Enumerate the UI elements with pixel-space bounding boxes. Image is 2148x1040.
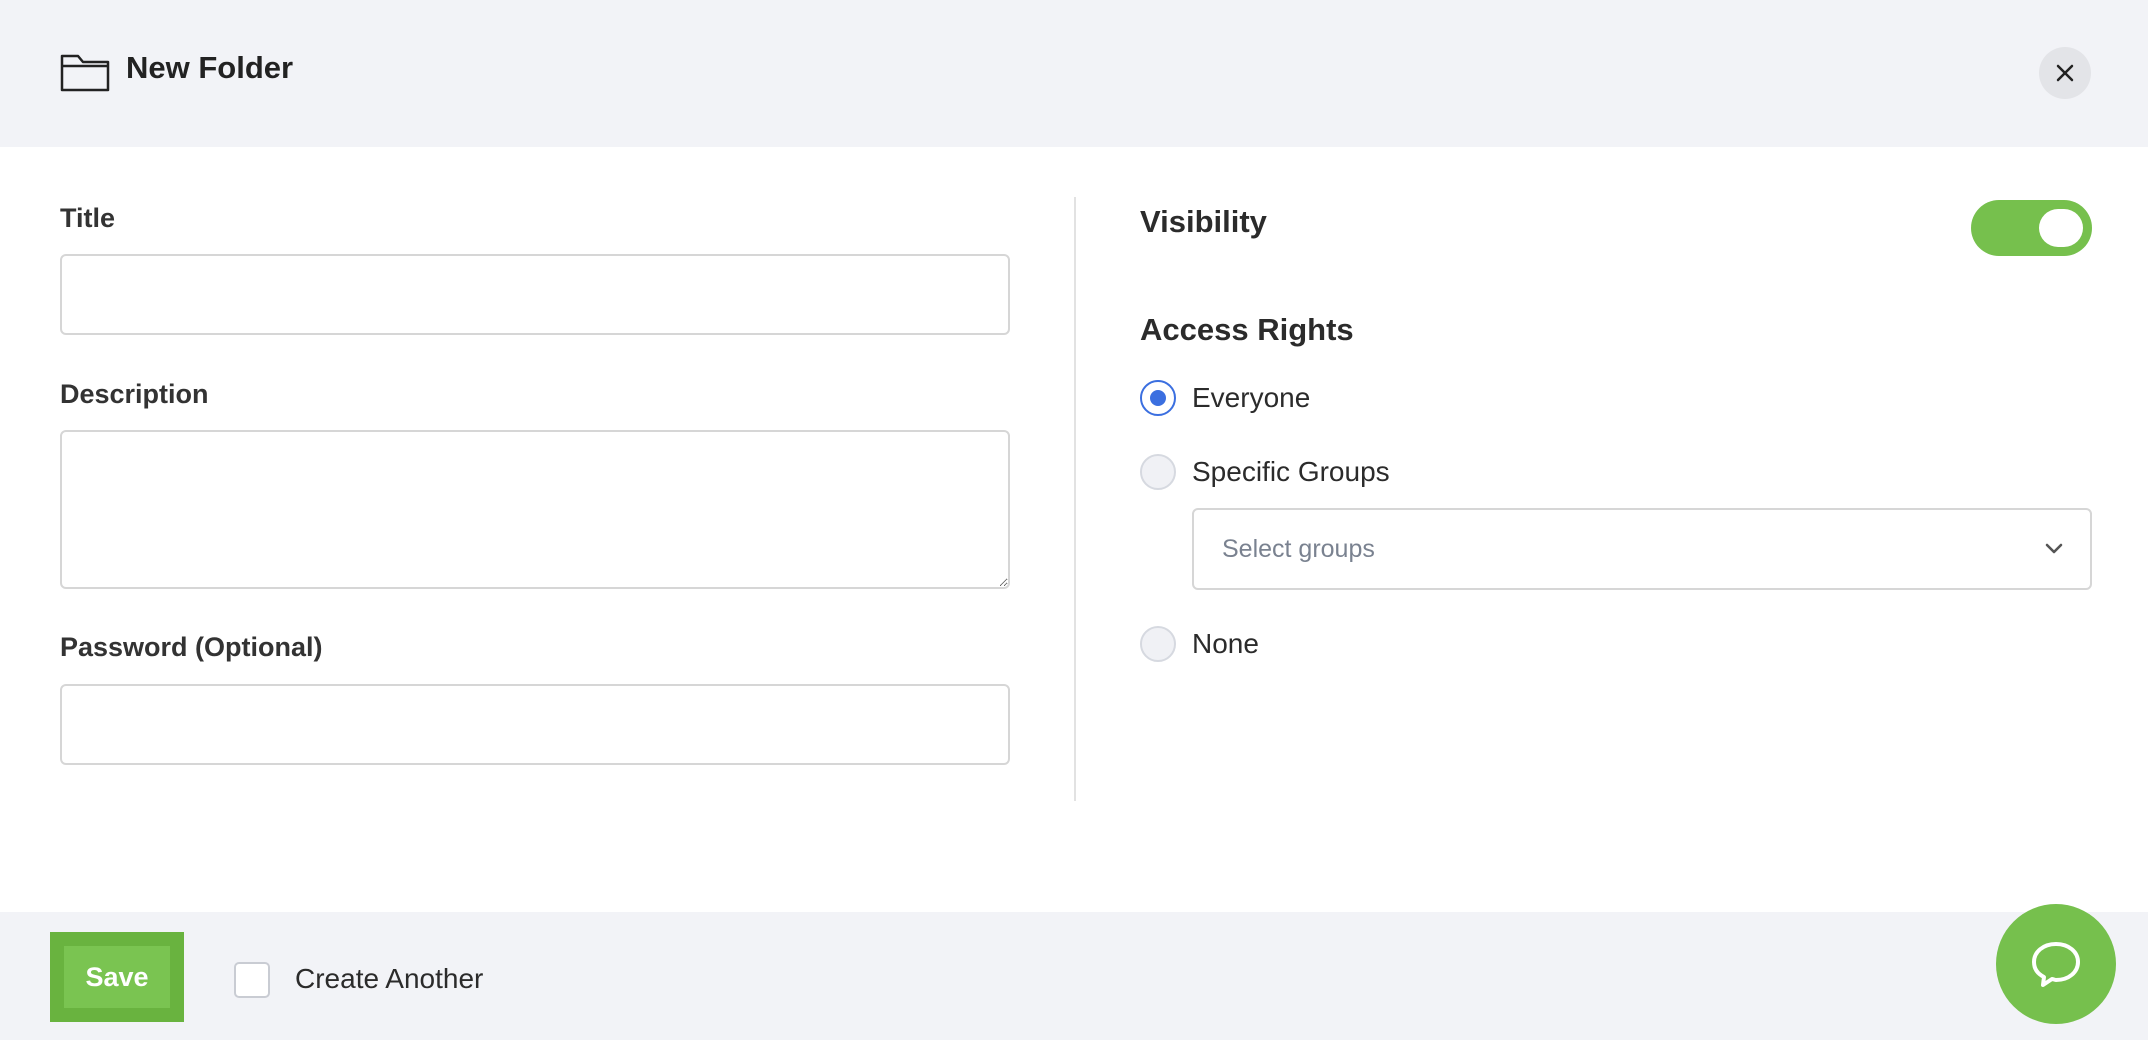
save-button[interactable]: Save xyxy=(50,932,184,1022)
visibility-label: Visibility xyxy=(1140,204,1267,239)
chevron-down-icon xyxy=(2045,543,2063,554)
save-button-label: Save xyxy=(64,946,170,1008)
radio-specific-groups-label[interactable]: Specific Groups xyxy=(1192,456,1390,488)
close-icon xyxy=(2056,64,2074,82)
folder-icon xyxy=(60,54,110,92)
modal-title: New Folder xyxy=(126,50,294,85)
password-input[interactable] xyxy=(60,684,1010,765)
description-textarea[interactable] xyxy=(60,430,1010,589)
radio-specific-groups[interactable] xyxy=(1140,454,1176,490)
groups-select-placeholder: Select groups xyxy=(1222,535,1375,563)
modal-header: New Folder xyxy=(0,0,2148,147)
access-rights-title: Access Rights xyxy=(1140,312,1354,347)
description-label: Description xyxy=(60,379,209,409)
column-divider xyxy=(1074,197,1076,801)
password-label: Password (Optional) xyxy=(60,632,323,662)
radio-everyone[interactable] xyxy=(1140,380,1176,416)
radio-none[interactable] xyxy=(1140,626,1176,662)
create-another-checkbox[interactable] xyxy=(234,962,270,998)
close-button[interactable] xyxy=(2039,47,2091,99)
radio-everyone-label[interactable]: Everyone xyxy=(1192,382,1310,414)
title-input[interactable] xyxy=(60,254,1010,335)
radio-none-label[interactable]: None xyxy=(1192,628,1259,660)
chat-button[interactable] xyxy=(1996,904,2116,1024)
visibility-toggle[interactable] xyxy=(1971,200,2092,256)
chat-bubble-icon xyxy=(2032,942,2080,987)
toggle-knob xyxy=(2039,209,2083,247)
title-label: Title xyxy=(60,203,116,233)
groups-select[interactable]: Select groups xyxy=(1192,508,2092,590)
create-another-label[interactable]: Create Another xyxy=(295,963,483,995)
